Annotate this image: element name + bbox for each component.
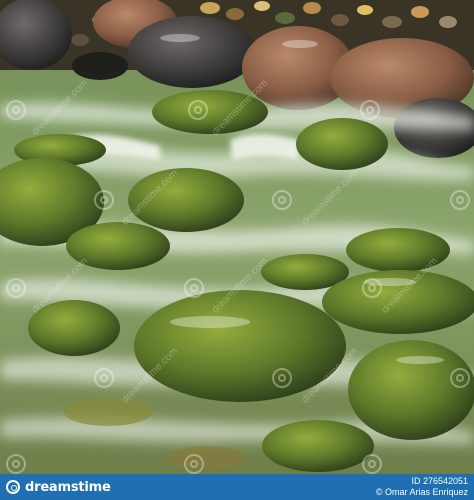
brand-name: dreamstime [25,479,111,495]
stock-footer: dreamstime ID 276542051 © Omar Arias Enr… [0,474,474,500]
rock [128,16,256,88]
brand-logo-icon [6,480,20,494]
stock-photo: dreamstime.com dreamstime.com dreamstime… [0,0,474,474]
image-meta: ID 276542051 © Omar Arias Enriquez [376,476,468,498]
photo-credit: © Omar Arias Enriquez [375,487,468,497]
rock [72,52,128,80]
brand[interactable]: dreamstime [6,480,111,495]
image-id: ID 276542051 [411,476,468,486]
river-scene [0,0,474,474]
